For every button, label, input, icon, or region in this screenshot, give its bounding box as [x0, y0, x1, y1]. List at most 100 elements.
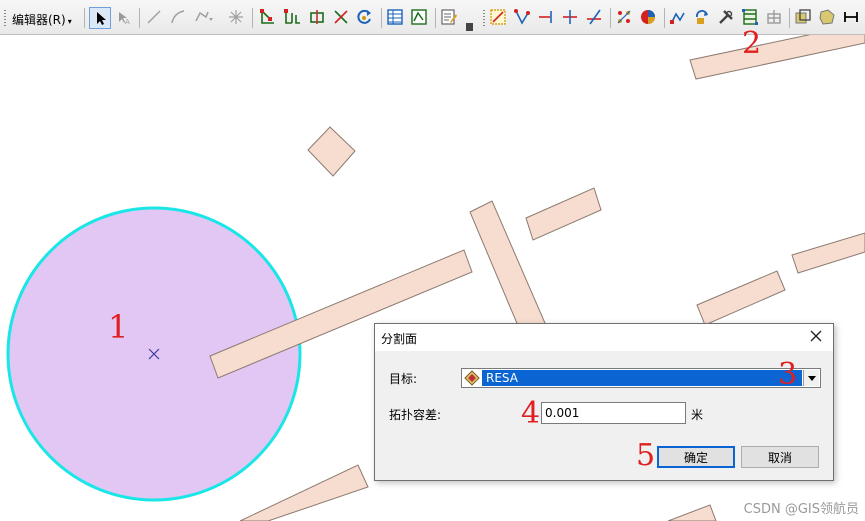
cancel-button[interactable]: 取消: [741, 446, 819, 468]
toolbar-separator: [435, 8, 436, 28]
building-polygon[interactable]: [525, 187, 602, 241]
building-polygon[interactable]: [696, 270, 786, 326]
split-polygons-button[interactable]: [764, 7, 786, 29]
straight-segment-button[interactable]: [144, 7, 166, 29]
rotate-tool-button[interactable]: [355, 7, 377, 29]
toolbar-separator: [381, 8, 382, 28]
dimension-icon: [844, 12, 858, 22]
toolbar-separator: [252, 8, 253, 28]
building-polygon[interactable]: [689, 35, 865, 80]
sketch-properties-button[interactable]: [409, 7, 431, 29]
asterisk-point-icon: [229, 10, 243, 24]
explode-multipart-button[interactable]: [614, 7, 636, 29]
annotation-number-1: 1: [108, 308, 129, 346]
toolbar-grip[interactable]: [483, 10, 485, 26]
attributes-table-icon: [387, 9, 403, 25]
wrench-tools-icon: [719, 10, 733, 24]
toolbar-separator: [139, 8, 140, 28]
ok-label: 确定: [683, 450, 708, 465]
edit-annotation-tool-button[interactable]: A: [113, 7, 135, 29]
cut-polygons-button[interactable]: [307, 7, 329, 29]
replace-geometry-icon: [696, 10, 708, 24]
pointer-arrow-icon: [97, 12, 106, 25]
selected-option-highlight: RESA: [482, 370, 802, 386]
toolbar-separator: [789, 8, 790, 28]
merge-button[interactable]: [817, 7, 839, 29]
align-to-shape-button[interactable]: [668, 7, 690, 29]
create-features-button[interactable]: [439, 7, 461, 29]
trace-icon: [514, 9, 530, 25]
extend-icon: [539, 11, 552, 23]
target-layer-select[interactable]: RESA: [461, 368, 821, 388]
sketch-properties-icon: [411, 9, 427, 25]
target-value: RESA: [486, 371, 518, 385]
toolbar-overflow-icon[interactable]: [466, 23, 473, 31]
explode-icon: [617, 10, 631, 24]
toolbar-separator: [84, 8, 85, 28]
annotation-number-4: 4: [521, 396, 541, 431]
trim-icon: [563, 10, 577, 24]
close-button[interactable]: [807, 327, 825, 345]
building-polygon[interactable]: [239, 464, 369, 521]
pointer-gray-icon: A: [119, 12, 130, 25]
tolerance-label: 拓扑容差:: [389, 408, 442, 422]
reshape-feature-button[interactable]: [282, 7, 304, 29]
annotation-number-3: 3: [778, 357, 798, 392]
unit-label: 米: [691, 408, 704, 422]
extend-tool-button[interactable]: [536, 7, 558, 29]
ok-button[interactable]: 确定: [657, 446, 735, 468]
editor-menu[interactable]: 编辑器(R) ▾: [12, 11, 72, 28]
chevron-down-icon: ▾: [67, 17, 72, 26]
create-features-icon: [441, 9, 457, 25]
editor-toolbar: 编辑器(R) ▾ A: [0, 0, 865, 35]
polygon-layer-icon: [464, 370, 480, 386]
toolbar-separator: [610, 8, 611, 28]
chevron-down-icon[interactable]: [803, 370, 819, 386]
end-point-arc-button[interactable]: [168, 7, 190, 29]
construction-tools-button[interactable]: [192, 7, 214, 29]
clip-icon: [795, 9, 811, 24]
select-topology-button[interactable]: [488, 7, 510, 29]
editor-menu-label: 编辑器(R): [12, 13, 66, 27]
split-polygons-icon: [767, 10, 781, 24]
line-intersection-icon: [587, 9, 601, 25]
close-icon: [810, 330, 822, 342]
cut-polygons-icon: [310, 10, 324, 24]
align-to-shape-icon: [670, 12, 685, 24]
tolerance-input[interactable]: [541, 402, 686, 424]
toolbar-grip[interactable]: [4, 10, 6, 26]
edit-tool-button[interactable]: [89, 7, 111, 29]
target-label: 目标:: [389, 372, 418, 386]
building-polygon[interactable]: [307, 126, 356, 177]
generalize-button[interactable]: [638, 7, 660, 29]
construct-polygons-icon: [742, 9, 758, 25]
dialog-titlebar[interactable]: 分割面: [375, 324, 833, 351]
polyline-dropdown-icon: [195, 11, 213, 22]
edit-vertices-icon: [260, 9, 274, 24]
split-tool-button[interactable]: [331, 7, 353, 29]
topology-select-icon: [490, 9, 506, 25]
clip-button[interactable]: [793, 7, 815, 29]
edit-vertices-button[interactable]: [258, 7, 280, 29]
building-polygon[interactable]: [791, 232, 865, 274]
dimension-tool-button[interactable]: [841, 7, 863, 29]
line-intersection-button[interactable]: [584, 7, 606, 29]
attributes-button[interactable]: [385, 7, 407, 29]
svg-text:A: A: [125, 18, 130, 25]
annotation-number-5: 5: [636, 438, 656, 473]
straight-segment-icon: [147, 10, 161, 24]
rotate-icon: [357, 9, 371, 24]
merge-icon: [819, 9, 835, 25]
building-polygon[interactable]: [667, 504, 717, 521]
continue-feature-button[interactable]: [716, 7, 738, 29]
replace-geometry-button[interactable]: [692, 7, 714, 29]
cancel-label: 取消: [767, 450, 792, 465]
annotation-number-2: 2: [742, 26, 762, 61]
toolbar-separator: [664, 8, 665, 28]
trim-tool-button[interactable]: [560, 7, 582, 29]
reshape-feature-icon: [284, 9, 300, 24]
point-tool-button[interactable]: [226, 7, 248, 29]
trace-tool-button[interactable]: [512, 7, 534, 29]
globe-ball-icon: [641, 10, 655, 24]
split-polygons-dialog: 分割面 目标: RESA 拓扑容差: 米 确定 取消: [374, 323, 834, 481]
